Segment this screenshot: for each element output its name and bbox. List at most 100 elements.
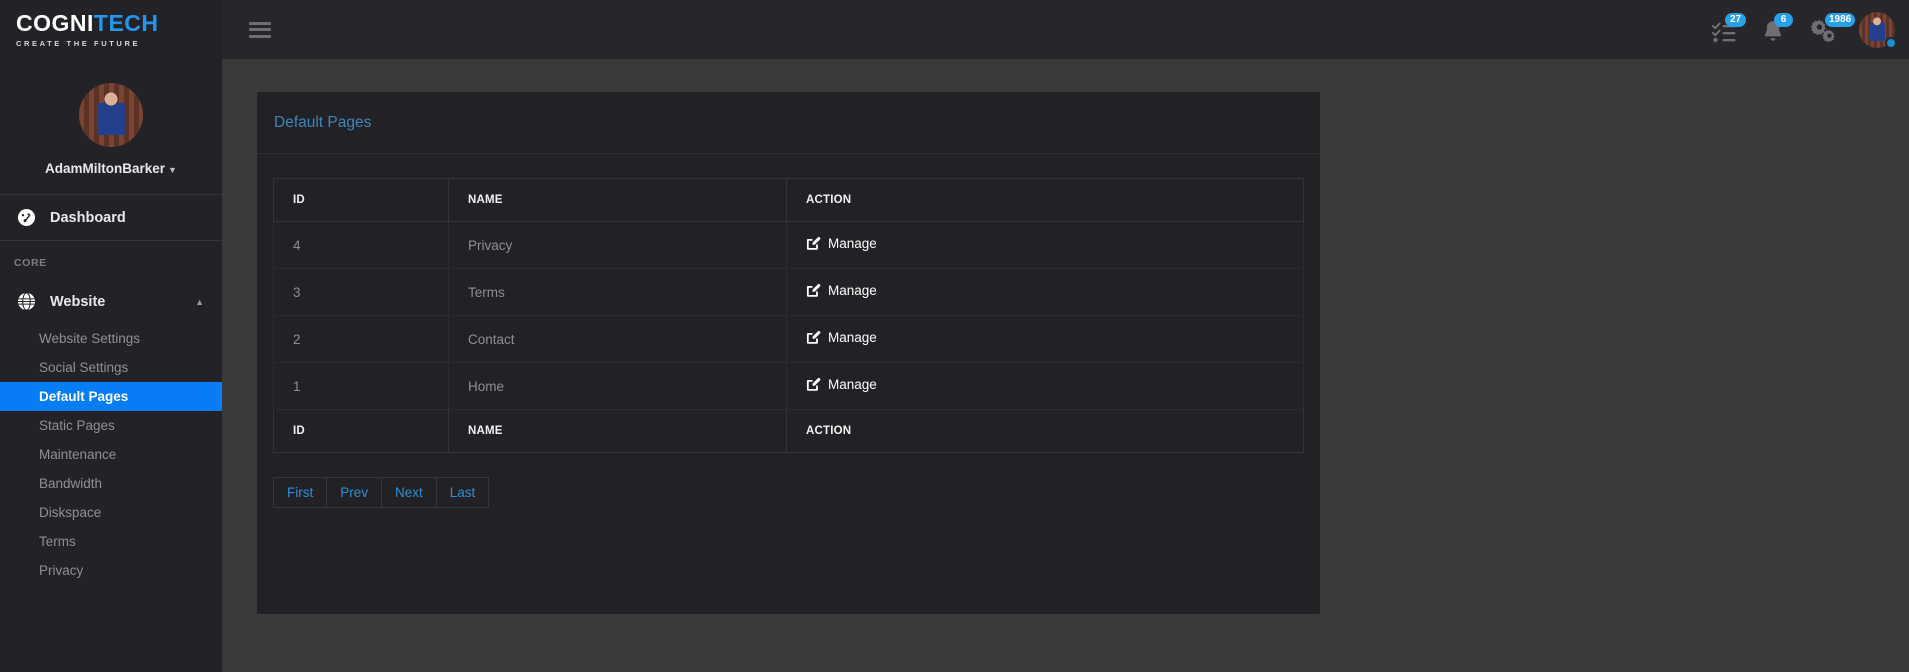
pagination-next-button[interactable]: Next xyxy=(381,477,436,508)
sidebar: AdamMiltonBarker ▼ Dashboard CORE Website xyxy=(0,59,222,672)
column-footer-name: NAME xyxy=(448,409,787,453)
cell-name: Contact xyxy=(448,315,787,363)
globe-glyph xyxy=(17,292,35,311)
dashboard-gauge-icon xyxy=(12,208,40,227)
edit-pencil-icon xyxy=(806,236,821,250)
sidebar-subitem-label: Privacy xyxy=(39,563,84,578)
notifications-badge: 6 xyxy=(1774,12,1793,27)
tasks-checklist-icon[interactable]: 27 xyxy=(1712,12,1747,46)
chevron-down-icon: ▼ xyxy=(168,165,177,175)
globe-icon xyxy=(12,292,40,311)
pagination: First Prev Next Last xyxy=(273,477,1304,508)
sidebar-website-label: Website xyxy=(50,293,106,310)
sidebar-subitem-label: Terms xyxy=(39,534,76,549)
hamburger-menu-icon[interactable] xyxy=(249,21,271,38)
gauge-glyph xyxy=(17,208,35,227)
cell-name: Privacy xyxy=(448,221,787,269)
manage-label: Manage xyxy=(828,283,877,298)
default-pages-card: Default Pages ID NAME ACTION 4 Privacy M… xyxy=(257,92,1320,614)
table-row[interactable]: 2 Contact Manage xyxy=(273,315,1304,363)
cell-id: 3 xyxy=(273,268,449,316)
user-avatar[interactable] xyxy=(1859,11,1897,49)
card-body: ID NAME ACTION 4 Privacy Manage 3 Terms … xyxy=(257,154,1320,508)
table-footer-row: ID NAME ACTION xyxy=(273,409,1304,453)
cell-id: 1 xyxy=(273,362,449,410)
sidebar-subitem-label: Website Settings xyxy=(39,331,141,346)
pagination-first-button[interactable]: First xyxy=(273,477,327,508)
main-content: Default Pages ID NAME ACTION 4 Privacy M… xyxy=(222,59,1909,672)
manage-label: Manage xyxy=(828,236,877,251)
manage-button[interactable]: Manage xyxy=(806,283,877,298)
sidebar-item-social-settings[interactable]: Social Settings xyxy=(0,353,222,382)
table-row[interactable]: 3 Terms Manage xyxy=(273,268,1304,316)
column-header-id: ID xyxy=(273,178,449,222)
brand-tagline: CREATE THE FUTURE xyxy=(16,38,141,48)
sidebar-item-default-pages[interactable]: Default Pages xyxy=(0,382,222,411)
hamburger-bar-1 xyxy=(249,21,271,25)
manage-button[interactable]: Manage xyxy=(806,330,877,345)
profile-name-dropdown[interactable]: AdamMiltonBarker ▼ xyxy=(0,161,222,176)
manage-button[interactable]: Manage xyxy=(806,236,877,251)
sidebar-subitem-label: Static Pages xyxy=(39,418,115,433)
brand-primary-text: COGNI xyxy=(16,9,94,36)
cell-name: Home xyxy=(448,362,787,410)
settings-badge: 1986 xyxy=(1825,12,1856,27)
profile-avatar[interactable] xyxy=(79,83,143,147)
sidebar-item-website-settings[interactable]: Website Settings xyxy=(0,324,222,353)
cell-id: 2 xyxy=(273,315,449,363)
notifications-bell-icon[interactable]: 6 xyxy=(1761,12,1793,46)
edit-pencil-icon xyxy=(806,377,821,391)
brand-accent-text: TECH xyxy=(93,9,159,36)
sidebar-item-static-pages[interactable]: Static Pages xyxy=(0,411,222,440)
sidebar-item-diskspace[interactable]: Diskspace xyxy=(0,498,222,527)
sidebar-dashboard-label: Dashboard xyxy=(50,209,126,226)
top-navbar: COGNITECH CREATE THE FUTURE 27 6 1986 xyxy=(0,0,1909,59)
hamburger-bar-3 xyxy=(249,34,271,38)
cell-action: Manage xyxy=(786,268,1304,316)
sidebar-subitem-label: Bandwidth xyxy=(39,476,103,491)
manage-button[interactable]: Manage xyxy=(806,377,877,392)
pagination-prev-button[interactable]: Prev xyxy=(326,477,382,508)
sidebar-submenu-website: Website Settings Social Settings Default… xyxy=(0,324,222,585)
sidebar-item-bandwidth[interactable]: Bandwidth xyxy=(0,469,222,498)
edit-pencil-icon xyxy=(806,330,821,344)
sidebar-section-core: CORE xyxy=(14,257,47,269)
table-row[interactable]: 4 Privacy Manage xyxy=(273,221,1304,269)
edit-pencil-icon xyxy=(806,283,821,297)
table-body: 4 Privacy Manage 3 Terms Manage 2 Contac… xyxy=(273,221,1304,410)
table-header-row: ID NAME ACTION xyxy=(273,178,1304,222)
sidebar-item-dashboard[interactable]: Dashboard xyxy=(0,195,222,240)
cell-action: Manage xyxy=(786,362,1304,410)
sidebar-subitem-label: Social Settings xyxy=(39,360,129,375)
table-head: ID NAME ACTION xyxy=(273,178,1304,222)
table-row[interactable]: 1 Home Manage xyxy=(273,362,1304,410)
hamburger-bar-2 xyxy=(249,28,271,31)
topbar-actions: 27 6 1986 xyxy=(1712,0,1909,59)
sidebar-item-privacy[interactable]: Privacy xyxy=(0,556,222,585)
brand-logo[interactable]: COGNITECH CREATE THE FUTURE xyxy=(0,0,222,59)
sidebar-subitem-label: Default Pages xyxy=(39,389,129,404)
manage-label: Manage xyxy=(828,330,877,345)
column-header-action: ACTION xyxy=(786,178,1304,222)
sidebar-item-terms[interactable]: Terms xyxy=(0,527,222,556)
manage-label: Manage xyxy=(828,377,877,392)
tasks-badge: 27 xyxy=(1725,12,1747,27)
profile-name-label: AdamMiltonBarker xyxy=(45,161,166,176)
pagination-last-button[interactable]: Last xyxy=(435,477,490,508)
online-status-dot xyxy=(1885,36,1897,49)
column-footer-action: ACTION xyxy=(786,409,1304,453)
column-footer-id: ID xyxy=(273,409,449,453)
settings-gears-icon[interactable]: 1986 xyxy=(1810,12,1856,46)
table-foot: ID NAME ACTION xyxy=(273,409,1304,453)
sidebar-group-website[interactable]: Website ▲ xyxy=(0,279,222,324)
cell-id: 4 xyxy=(273,221,449,269)
cell-name: Terms xyxy=(448,268,787,316)
sidebar-item-maintenance[interactable]: Maintenance xyxy=(0,440,222,469)
sidebar-subitem-label: Diskspace xyxy=(39,505,102,520)
column-header-name: NAME xyxy=(448,178,787,222)
page-title: Default Pages xyxy=(274,113,372,131)
chevron-up-icon: ▲ xyxy=(195,296,204,307)
cell-action: Manage xyxy=(786,221,1304,269)
brand-wordmark: COGNITECH xyxy=(16,9,222,36)
sidebar-subitem-label: Maintenance xyxy=(39,447,117,462)
